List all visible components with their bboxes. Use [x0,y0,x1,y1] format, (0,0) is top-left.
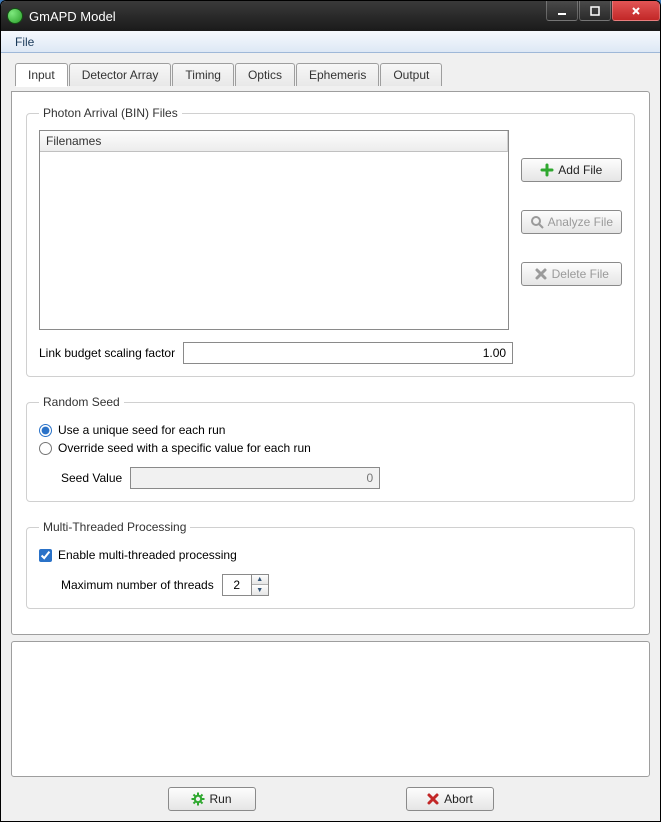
file-list-header[interactable]: Filenames [40,131,508,152]
group-multithread-title: Multi-Threaded Processing [39,520,190,534]
tab-detector-array[interactable]: Detector Array [69,63,172,86]
abort-button[interactable]: Abort [406,787,494,811]
spinner-down-icon[interactable]: ▼ [252,585,268,595]
x-icon [426,792,440,806]
enable-mt-checkbox[interactable] [39,549,52,562]
tab-strip: Input Detector Array Timing Optics Ephem… [15,63,650,86]
seed-value-input [130,467,380,489]
file-list[interactable]: Filenames [39,130,509,330]
max-threads-input[interactable] [222,574,252,596]
log-area [11,641,650,777]
delete-file-button[interactable]: Delete File [521,262,622,286]
analyze-file-label: Analyze File [548,215,613,229]
close-button[interactable] [612,1,660,21]
tab-timing[interactable]: Timing [172,63,234,86]
app-icon [7,8,23,24]
tab-optics[interactable]: Optics [235,63,295,86]
enable-mt-label: Enable multi-threaded processing [58,548,237,562]
abort-button-label: Abort [444,792,473,806]
tab-panel-input: Photon Arrival (BIN) Files Filenames Add… [11,91,650,635]
group-bin-files-title: Photon Arrival (BIN) Files [39,106,182,120]
group-bin-files: Photon Arrival (BIN) Files Filenames Add… [26,106,635,377]
menubar: File [1,31,660,53]
link-budget-input[interactable] [183,342,513,364]
run-button-label: Run [209,792,231,806]
group-multithread: Multi-Threaded Processing Enable multi-t… [26,520,635,609]
app-window: GmAPD Model File Input Detector Array Ti… [0,0,661,822]
group-random-seed-title: Random Seed [39,395,124,409]
spinner-up-icon[interactable]: ▲ [252,575,268,585]
window-title: GmAPD Model [29,9,116,24]
tab-output[interactable]: Output [380,63,442,86]
radio-unique-seed[interactable] [39,424,52,437]
client-area: Input Detector Array Timing Optics Ephem… [1,53,660,821]
seed-value-label: Seed Value [61,471,122,485]
tab-ephemeris[interactable]: Ephemeris [296,63,379,86]
menu-file[interactable]: File [7,33,42,51]
group-random-seed: Random Seed Use a unique seed for each r… [26,395,635,502]
radio-unique-seed-label: Use a unique seed for each run [58,423,225,437]
radio-override-seed[interactable] [39,442,52,455]
link-budget-label: Link budget scaling factor [39,346,175,360]
radio-override-seed-label: Override seed with a specific value for … [58,441,311,455]
titlebar[interactable]: GmAPD Model [1,1,660,31]
tab-input[interactable]: Input [15,63,68,86]
minimize-button[interactable] [546,1,578,21]
add-file-label: Add File [558,163,602,177]
maximize-button[interactable] [579,1,611,21]
delete-file-label: Delete File [552,267,609,281]
magnifier-icon [530,215,544,229]
analyze-file-button[interactable]: Analyze File [521,210,622,234]
max-threads-label: Maximum number of threads [61,578,214,592]
max-threads-spinner[interactable]: ▲ ▼ [222,574,269,596]
add-file-button[interactable]: Add File [521,158,622,182]
gear-icon [191,792,205,806]
run-button[interactable]: Run [168,787,256,811]
plus-icon [540,163,554,177]
x-icon [534,267,548,281]
